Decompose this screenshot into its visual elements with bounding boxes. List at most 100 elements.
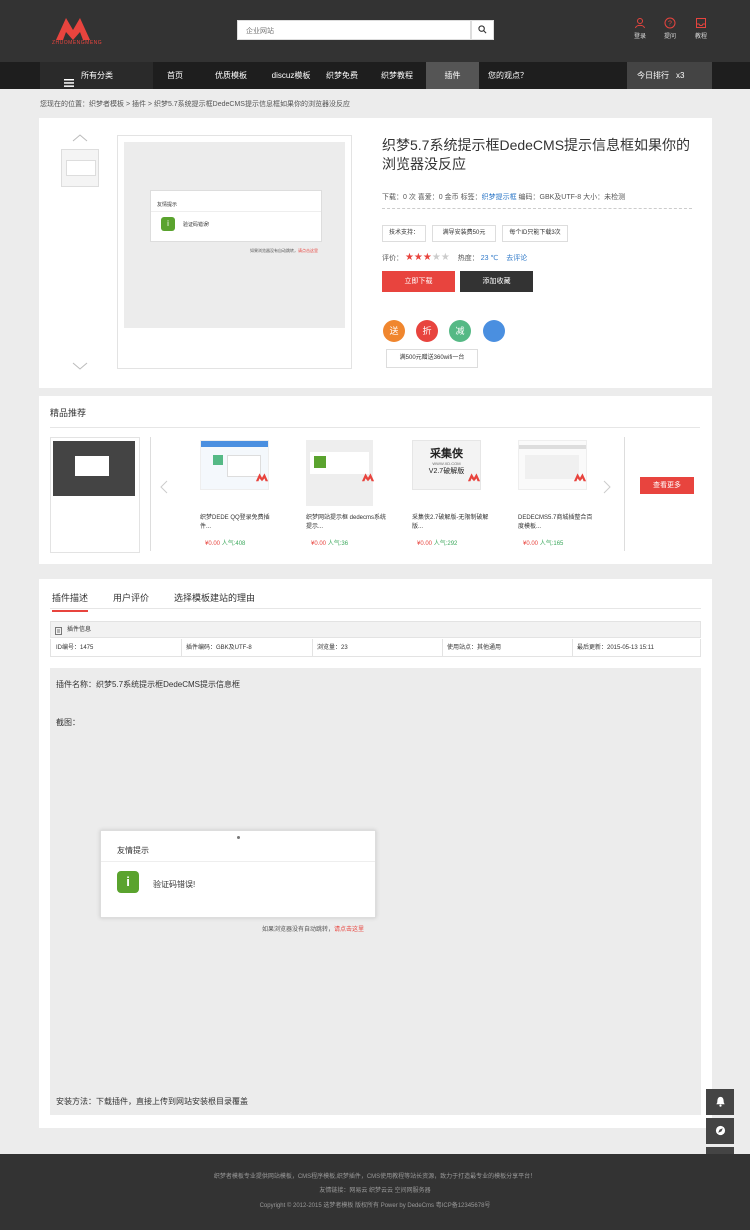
nav-plugins[interactable]: 插件: [426, 62, 479, 89]
hot-4: 人气:165: [539, 541, 564, 547]
blue-badge[interactable]: [483, 320, 505, 342]
info-encoding: 插件编码：GBK及UTF-8: [186, 645, 252, 651]
heat-value: 23 ℃: [480, 255, 499, 262]
prev-arrow[interactable]: [160, 480, 168, 496]
tutorial-link[interactable]: 教程: [689, 17, 713, 40]
thumb-down-arrow[interactable]: [72, 362, 88, 372]
content-footer-link[interactable]: 请点击这里: [334, 927, 364, 933]
nav-home[interactable]: 首页: [158, 62, 192, 89]
logo-mark-2: [361, 472, 375, 484]
meta-tag-link[interactable]: 织梦提示框: [482, 194, 517, 201]
favorite-button[interactable]: 添加收藏: [460, 271, 533, 292]
info-header-label: 插件信息: [67, 627, 92, 633]
info-header: 插件信息: [50, 621, 701, 638]
info-row: ID编号：1475 插件编码：GBK及UTF-8 浏览量：23 使用站点：其他通…: [50, 639, 701, 657]
info-sep-2: [312, 639, 313, 656]
description-content: 插件名称：织梦5.7系统提示框DedeCMS提示信息框 截图： 友情提示 i 验…: [50, 668, 701, 1115]
view-more-button[interactable]: 查看更多: [640, 477, 694, 494]
rank-label: 今日排行: [637, 71, 669, 80]
nav-premium-templates[interactable]: 优质模板: [210, 62, 252, 89]
breadcrumb: 您现在的位置：织梦者模板 > 插件 > 织梦5.7系统提示框DedeCMS提示信…: [40, 101, 350, 108]
price-2: ¥0.00: [311, 541, 327, 547]
nav-opinion[interactable]: 您的观点？: [484, 62, 532, 89]
price-4: ¥0.00: [523, 541, 539, 547]
ask-link[interactable]: ? 提问: [658, 17, 682, 40]
menu-icon: [64, 71, 74, 98]
discount-badge[interactable]: 折: [416, 320, 438, 342]
info-icon: i: [161, 217, 175, 231]
image-footer-link: 请点击这里: [298, 248, 318, 253]
recommend-name-2[interactable]: 织梦网站提示框 dedecms系统提示...: [306, 514, 386, 532]
image-dialog-title: 友情提示: [157, 202, 178, 208]
recommend-name-3[interactable]: 采集侠2.7破解版-无限制破解版...: [412, 514, 492, 532]
recommend-price-3: ¥0.00 人气:292: [417, 538, 457, 547]
footer-links[interactable]: 友情链接：网易云 织梦云云 空间网服务器: [0, 1185, 750, 1194]
info-sites: 使用站点：其他通用: [447, 645, 502, 651]
main-nav: 所有分类 首页 优质模板 discuz模板 织梦免费 织梦教程 插件 您的观点？…: [0, 62, 750, 89]
info-sep-1: [181, 639, 182, 656]
screenshot-label: 截图：: [56, 718, 80, 727]
tab-reviews[interactable]: 用户评价: [113, 591, 149, 604]
nav-dede-tutorial[interactable]: 织梦教程: [376, 62, 418, 89]
tab-reasons[interactable]: 选择模板建站的理由: [174, 591, 255, 604]
download-button[interactable]: 立即下载: [382, 271, 455, 292]
footer-copyright: Copyright © 2012-2015 选梦者模板 版权所有 Power b…: [259, 1203, 491, 1209]
image-dialog-footer: 如果浏览器没有自动跳转，请点击这里: [250, 248, 318, 254]
recommend-separator-right: [624, 437, 625, 551]
comment-link[interactable]: 去评论: [506, 255, 527, 262]
rating-label: 评价：: [382, 255, 403, 262]
info-sep-4: [572, 639, 573, 656]
all-categories[interactable]: 所有分类: [40, 62, 153, 89]
recommend-name-1[interactable]: 织梦DEDE QQ登录免费插件...: [200, 514, 280, 532]
divider: [382, 208, 692, 209]
next-arrow[interactable]: [603, 480, 611, 496]
logo-text: ZHUOMENGMENG: [52, 40, 103, 46]
info-id: ID编号：1475: [56, 645, 94, 651]
reduce-badge[interactable]: 减: [449, 320, 471, 342]
tutorial-label: 教程: [694, 34, 707, 40]
recommend-featured[interactable]: [50, 437, 140, 553]
thumbnail[interactable]: [61, 149, 99, 187]
nav-dede-free[interactable]: 织梦免费: [322, 62, 362, 89]
content-footer-text: 如果浏览器没有自动跳转，: [262, 927, 335, 933]
site-header: ZHUOMENGMENG 登录 ? 提问 教程: [0, 0, 750, 62]
plugin-name: 插件名称：织梦5.7系统提示框DedeCMS提示信息框: [56, 680, 241, 689]
star-icon: ★: [404, 252, 414, 263]
search-input[interactable]: [238, 21, 468, 41]
recommend-name-4[interactable]: DEDECMS5.7商城插整合百度模板...: [518, 514, 598, 532]
meta-suffix: 编码：GBK及UTF-8 大小：未检测: [516, 194, 626, 201]
gift-badge[interactable]: 送: [383, 320, 405, 342]
content-dialog-msg: 验证码错误!: [153, 880, 196, 889]
search-box: [237, 20, 471, 41]
hot-2: 人气:36: [327, 541, 349, 547]
recommend-title: 精品推荐: [50, 408, 87, 418]
help-icon: ?: [658, 17, 682, 29]
logo-mark-4: [573, 472, 587, 484]
float-compass-button[interactable]: [706, 1118, 734, 1144]
price-1: ¥0.00: [205, 541, 221, 547]
recommend-price-4: ¥0.00 人气:165: [523, 538, 563, 547]
login-link[interactable]: 登录: [628, 17, 652, 40]
all-categories-label: 所有分类: [81, 71, 113, 80]
float-qq-button[interactable]: [706, 1089, 734, 1115]
tag-support: 技术支持：: [382, 225, 426, 242]
heat-label: 热度：: [457, 255, 479, 262]
content-dialog: 友情提示 i 验证码错误!: [100, 830, 376, 918]
promo-note: 满500元赠送360wifi一台: [386, 349, 478, 368]
today-rank[interactable]: 今日排行 x3: [627, 62, 712, 89]
nav-discuz-templates[interactable]: discuz模板: [262, 62, 320, 89]
hot-1: 人气:408: [221, 541, 246, 547]
info-sep-3: [442, 639, 443, 656]
footer-about: 织梦者模板专业提供网站模板，CMS程序模板,织梦插件，CMS使用教程等站长资源，…: [213, 1174, 537, 1180]
compass-icon: [715, 1125, 726, 1138]
logo-mark-3: [467, 472, 481, 484]
product-title: 织梦5.7系统提示框DedeCMS提示信息框如果你的浏览器没反应: [382, 137, 691, 172]
search-button[interactable]: [471, 20, 494, 40]
star-icon: ★: [413, 252, 423, 263]
logo-mark-1: [255, 472, 269, 484]
recommend-price-1: ¥0.00 人气:408: [205, 538, 245, 547]
meta-prefix: 下载：0 次 喜爱：0 金币 标签：: [382, 194, 482, 201]
tag-download-limit: 每个ID只能下载3次: [502, 225, 568, 242]
thumb-up-arrow[interactable]: [72, 134, 88, 144]
inbox-icon: [689, 17, 713, 29]
